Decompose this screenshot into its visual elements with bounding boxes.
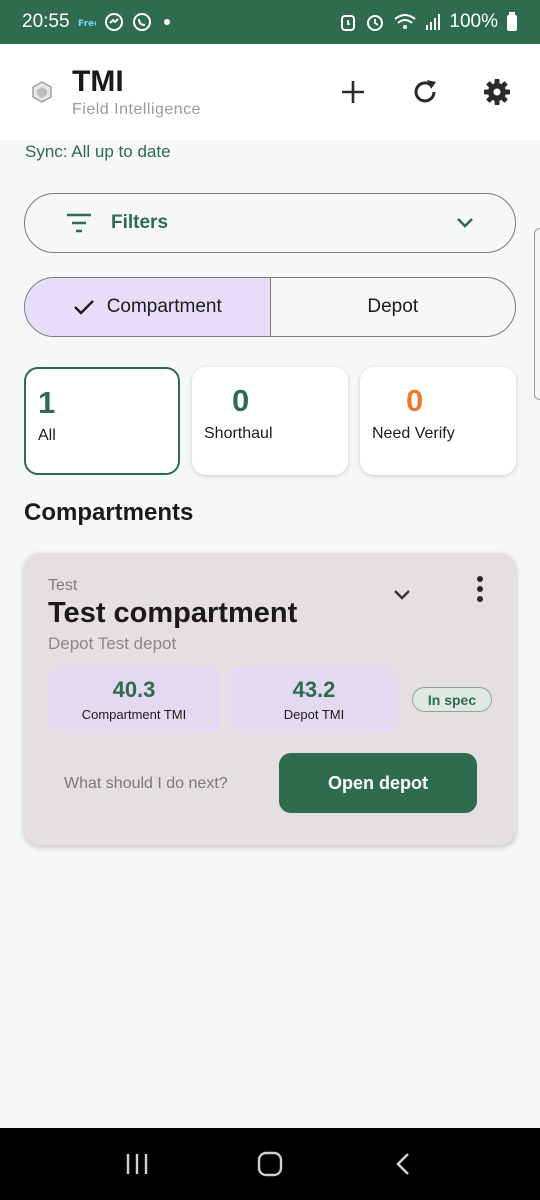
metric-compartment-tmi: 40.3 Compartment TMI	[48, 667, 220, 731]
metric-value: 43.2	[292, 676, 336, 702]
stat-value: 1	[38, 385, 56, 420]
metric-value: 40.3	[112, 676, 156, 702]
segment-compartment[interactable]: Compartment	[25, 278, 271, 336]
card-title: Test compartment	[48, 597, 298, 629]
add-button[interactable]	[334, 73, 372, 111]
whatsapp-icon	[132, 12, 152, 32]
stat-label: All	[38, 427, 56, 444]
refresh-icon	[414, 80, 436, 103]
battery-icon	[506, 12, 518, 32]
compartment-card[interactable]: Test Test compartment Depot Test depot 4…	[24, 553, 516, 845]
app-subtitle: Field Intelligence	[72, 101, 202, 118]
recents-icon	[126, 1154, 147, 1174]
section-title: Compartments	[24, 499, 194, 526]
svg-text:Free: Free	[78, 19, 96, 29]
home-button[interactable]	[250, 1144, 290, 1184]
filters-dropdown[interactable]: Filters	[24, 193, 516, 253]
settings-button[interactable]	[478, 73, 516, 111]
notification-dot-icon	[163, 19, 170, 25]
add-icon	[342, 81, 364, 103]
card-kicker: Test	[48, 577, 78, 594]
app-actions	[334, 73, 516, 111]
status-badge: In spec	[412, 687, 492, 712]
more-options-button[interactable]	[468, 573, 492, 605]
expand-button[interactable]	[388, 581, 416, 609]
filters-label: Filters	[111, 212, 169, 233]
more-vert-icon	[477, 576, 483, 602]
system-nav-bar	[0, 1128, 540, 1200]
signal-icon	[425, 13, 441, 31]
status-time: 20:55	[22, 11, 70, 32]
stat-value: 0	[406, 383, 424, 418]
metric-depot-tmi: 43.2 Depot TMI	[230, 667, 398, 731]
metric-label: Depot TMI	[283, 706, 345, 722]
segment-depot[interactable]: Depot	[271, 278, 516, 336]
recents-button[interactable]	[117, 1144, 157, 1184]
view-toggle: Compartment Depot	[24, 277, 516, 337]
app-logo-icon	[24, 74, 60, 110]
refresh-button[interactable]	[406, 73, 444, 111]
edge-panel-handle[interactable]	[534, 228, 540, 400]
stats-row: 1 All 0 Shorthaul 0 Need Verify	[24, 367, 516, 475]
home-icon	[257, 1151, 283, 1177]
status-left: 20:55 Free	[22, 11, 170, 33]
stat-card-all[interactable]: 1 All	[24, 367, 180, 475]
title-block: TMI Field Intelligence	[72, 65, 201, 119]
next-step-link[interactable]: What should I do next?	[64, 775, 228, 793]
app-bar: TMI Field Intelligence	[0, 44, 540, 140]
back-icon	[396, 1153, 410, 1175]
stat-card-shorthaul[interactable]: 0 Shorthaul	[192, 367, 348, 475]
status-bar: 20:55 Free 100%	[0, 0, 540, 44]
stat-value: 0	[232, 383, 250, 418]
segment-label: Compartment	[106, 296, 222, 317]
open-depot-button[interactable]: Open depot	[279, 753, 477, 813]
alarm-clock-icon	[339, 12, 357, 32]
stat-card-need-verify[interactable]: 0 Need Verify	[360, 367, 516, 475]
app-title: TMI	[72, 65, 124, 98]
segment-label: Depot	[367, 296, 419, 317]
stat-label: Shorthaul	[204, 425, 273, 442]
chevron-down-icon	[455, 216, 475, 230]
alarm-icon	[365, 12, 385, 32]
cellular-carrier-icon: Free	[78, 15, 96, 29]
settings-icon	[484, 79, 510, 105]
wifi-icon	[393, 12, 417, 32]
sync-status: Sync: All up to date	[25, 142, 171, 161]
stat-label: Need Verify	[372, 425, 455, 442]
filter-icon	[65, 212, 93, 234]
metric-label: Compartment TMI	[81, 706, 187, 722]
status-right: 100%	[339, 11, 518, 33]
back-button[interactable]	[383, 1144, 423, 1184]
battery-level: 100%	[449, 11, 498, 32]
check-icon	[73, 300, 94, 315]
card-subtitle: Depot Test depot	[48, 634, 177, 653]
chevron-down-icon	[394, 590, 410, 600]
messenger-icon	[104, 12, 124, 32]
